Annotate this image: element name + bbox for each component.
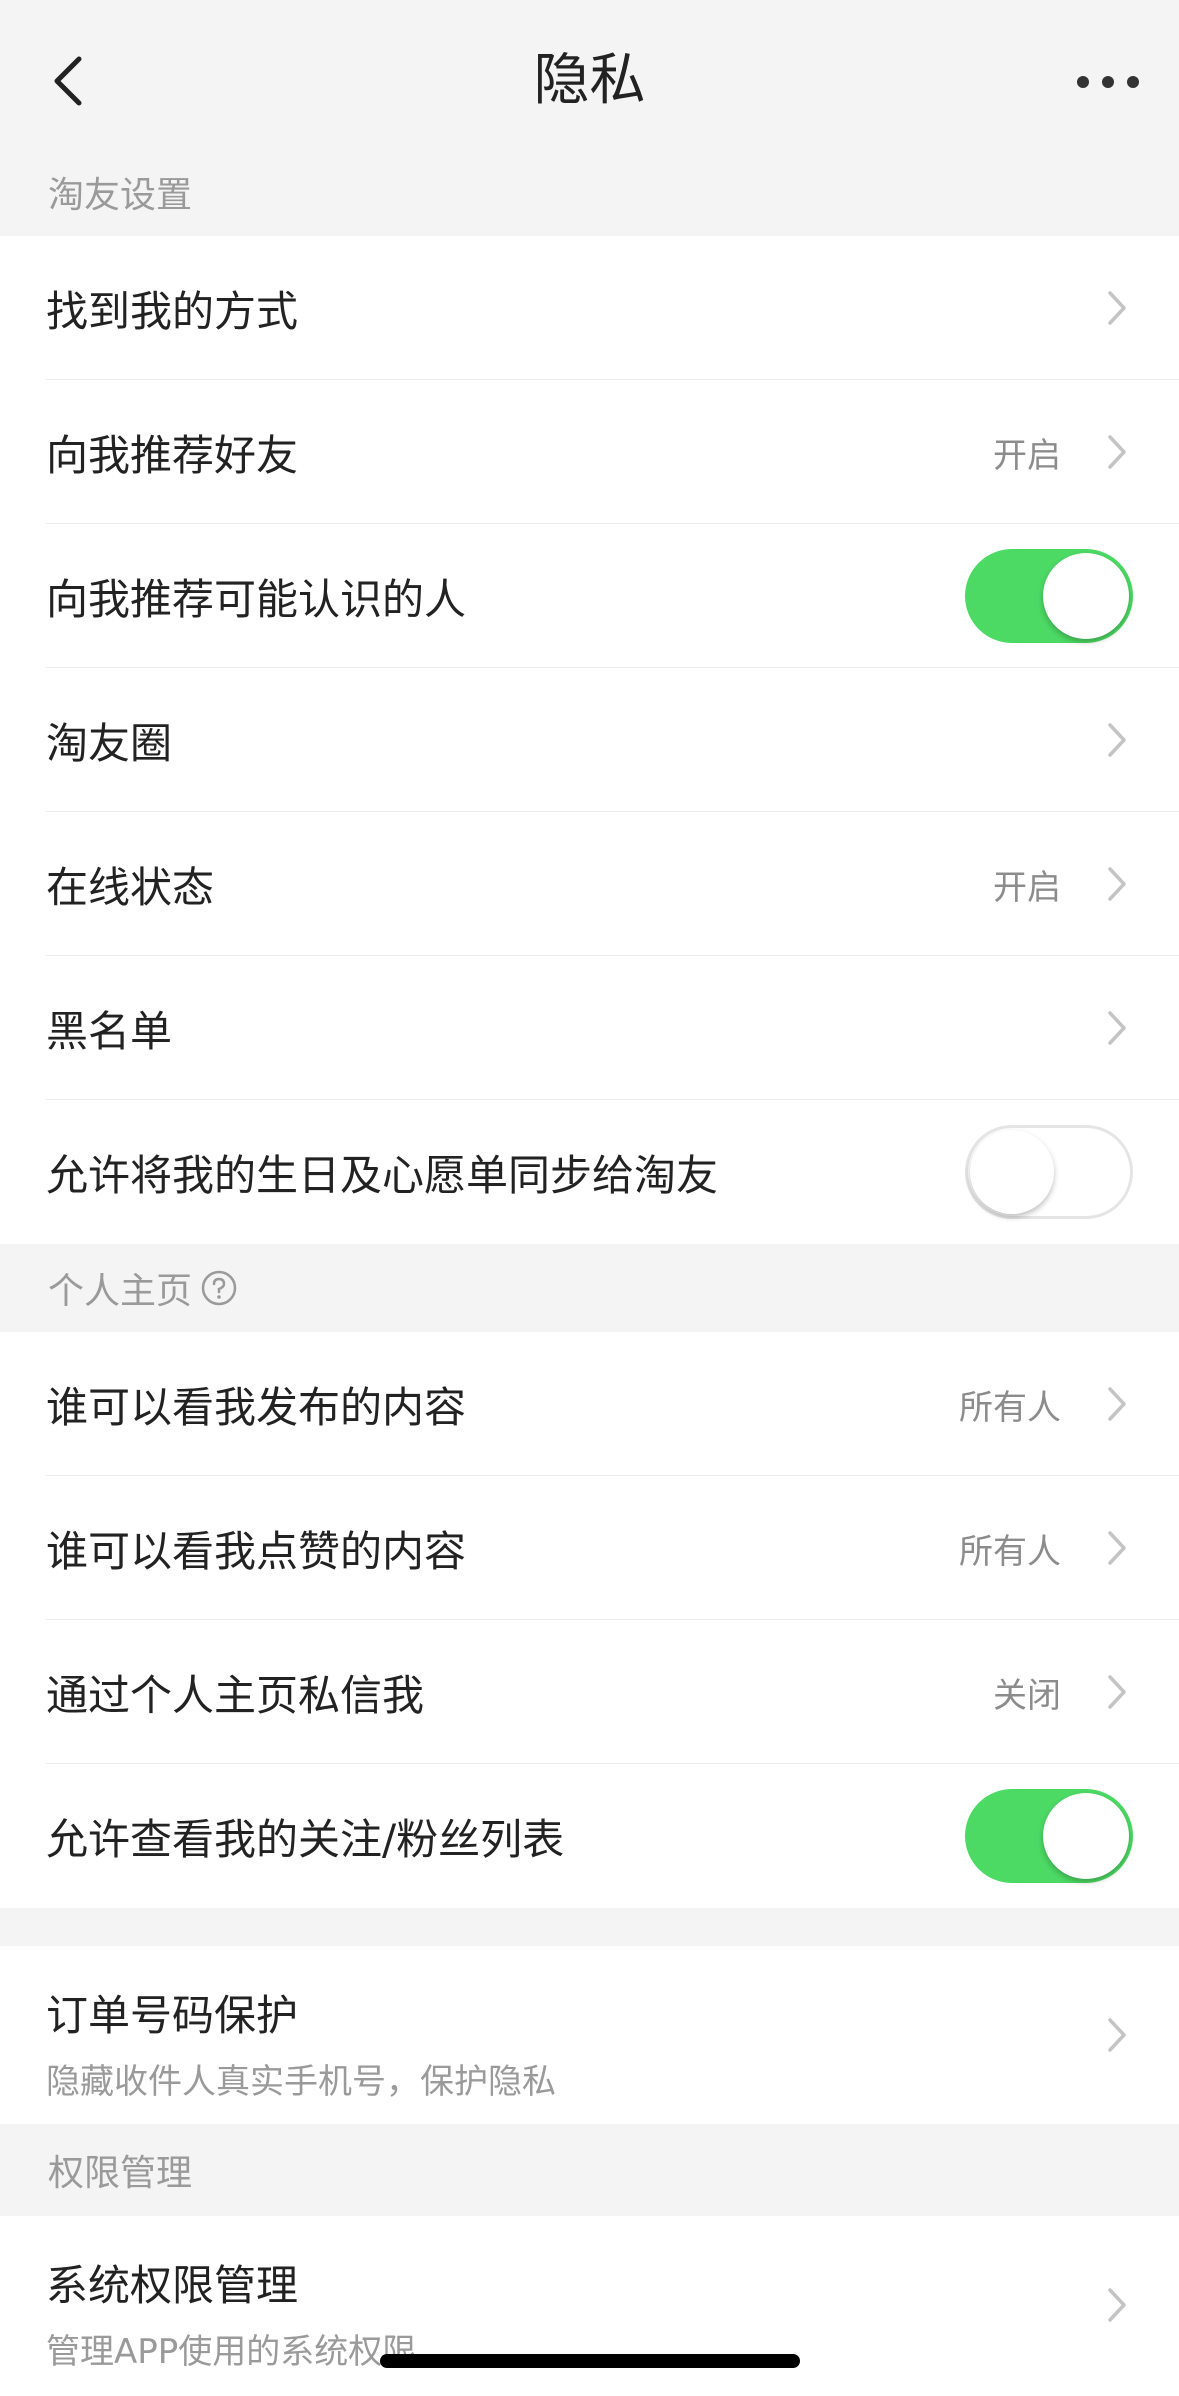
row-value: 开启: [993, 435, 1061, 476]
row-order-number-protection[interactable]: 订单号码保护 隐藏收件人真实手机号，保护隐私: [0, 1946, 1179, 2124]
recommend-acquaintances-toggle[interactable]: [965, 549, 1133, 643]
toggle-knob: [1043, 1793, 1129, 1879]
row-blacklist[interactable]: 黑名单: [0, 956, 1179, 1100]
row-label: 在线状态: [46, 862, 215, 912]
chevron-right-icon: [1105, 2015, 1129, 2055]
row-sync-birthday-wishlist: 允许将我的生日及心愿单同步给淘友: [0, 1100, 1179, 1244]
chevron-right-icon: [1105, 1528, 1129, 1568]
row-find-me[interactable]: 找到我的方式: [0, 236, 1179, 380]
chevron-right-icon: [1105, 432, 1129, 472]
row-who-see-likes[interactable]: 谁可以看我点赞的内容 所有人: [0, 1476, 1179, 1620]
row-value: 所有人: [959, 1387, 1061, 1428]
toggle-knob: [970, 1130, 1054, 1214]
toggle-knob: [1043, 553, 1129, 639]
row-subtitle: 管理APP使用的系统权限: [46, 2332, 417, 2372]
chevron-right-icon: [1105, 1008, 1129, 1048]
row-message-via-profile[interactable]: 通过个人主页私信我 关闭: [0, 1620, 1179, 1764]
sync-birthday-wishlist-toggle[interactable]: [965, 1125, 1133, 1219]
chevron-right-icon: [1105, 1672, 1129, 1712]
taoyou-settings-list: 找到我的方式 向我推荐好友 开启 向我推荐可能认识的人 淘友圈 在线状态 开启 …: [0, 236, 1179, 1244]
row-label: 订单号码保护: [46, 1991, 299, 2040]
row-taoyou-circle[interactable]: 淘友圈: [0, 668, 1179, 812]
page-title: 隐私: [533, 48, 646, 113]
row-label: 向我推荐可能认识的人: [46, 574, 467, 624]
row-label: 黑名单: [46, 1006, 173, 1056]
more-button[interactable]: [1073, 60, 1143, 104]
row-recommend-acquaintances: 向我推荐可能认识的人: [0, 524, 1179, 668]
chevron-right-icon: [1105, 720, 1129, 760]
section-header-taoyou: 淘友设置: [0, 148, 1179, 236]
question-circle-icon[interactable]: [200, 1269, 238, 1307]
row-online-status[interactable]: 在线状态 开启: [0, 812, 1179, 956]
row-label: 淘友圈: [46, 718, 173, 768]
nav-bar: 隐私: [0, 0, 1179, 148]
row-label: 允许查看我的关注/粉丝列表: [46, 1814, 565, 1864]
row-value: 关闭: [993, 1675, 1061, 1716]
permission-list: 系统权限管理 管理APP使用的系统权限: [0, 2216, 1179, 2396]
follow-fans-list-toggle[interactable]: [965, 1789, 1133, 1883]
row-follow-fans-list: 允许查看我的关注/粉丝列表: [0, 1764, 1179, 1908]
section-header-label: 个人主页: [48, 1271, 193, 1312]
chevron-right-icon: [1105, 288, 1129, 328]
row-label: 找到我的方式: [46, 286, 299, 336]
row-label: 系统权限管理: [46, 2261, 299, 2310]
row-label: 通过个人主页私信我: [46, 1670, 425, 1720]
chevron-right-icon: [1105, 1384, 1129, 1424]
row-who-see-posts[interactable]: 谁可以看我发布的内容 所有人: [0, 1332, 1179, 1476]
more-dots-icon: [1077, 76, 1139, 88]
profile-settings-list: 谁可以看我发布的内容 所有人 谁可以看我点赞的内容 所有人 通过个人主页私信我 …: [0, 1332, 1179, 1908]
row-subtitle: 隐藏收件人真实手机号，保护隐私: [46, 2062, 556, 2102]
order-protection-list: 订单号码保护 隐藏收件人真实手机号，保护隐私: [0, 1946, 1179, 2124]
row-label: 谁可以看我点赞的内容: [46, 1526, 467, 1576]
section-header-permission: 权限管理: [0, 2124, 1179, 2216]
chevron-right-icon: [1105, 864, 1129, 904]
row-label: 谁可以看我发布的内容: [46, 1382, 467, 1432]
row-value: 开启: [993, 867, 1061, 908]
row-recommend-friends[interactable]: 向我推荐好友 开启: [0, 380, 1179, 524]
row-label: 允许将我的生日及心愿单同步给淘友: [46, 1150, 719, 1200]
section-header-profile: 个人主页: [0, 1244, 1179, 1332]
home-indicator[interactable]: [380, 2354, 800, 2368]
row-value: 所有人: [959, 1531, 1061, 1572]
chevron-right-icon: [1105, 2285, 1129, 2325]
row-label: 向我推荐好友: [46, 430, 299, 480]
